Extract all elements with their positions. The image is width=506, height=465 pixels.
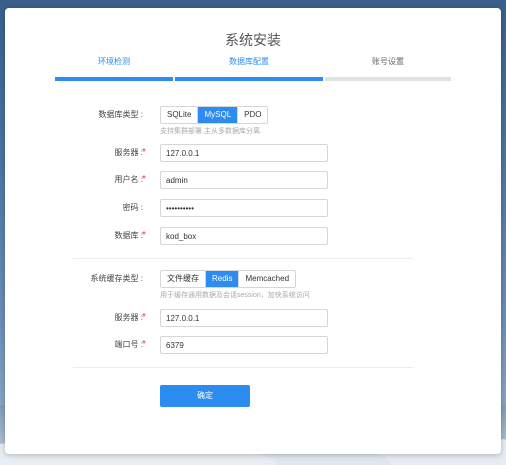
cache-type-hint: 用于缓存通用数据及会话session，加快系统访问 [160,292,310,299]
cache-server-row: 服务器 : * [5,309,501,327]
required-mark: * [142,147,146,158]
required-mark: * [142,174,146,185]
step-bar [55,77,173,81]
required-mark: * [142,339,146,350]
step-label: 数据库配置 [229,57,269,66]
step-account-setup: 账号设置 [325,57,451,81]
cache-type-selector[interactable]: 文件缓存 Redis Memcached [160,270,297,288]
cache-type-option-memcached[interactable]: Memcached [239,271,296,287]
cache-type-label: 系统缓存类型 : [90,274,143,283]
step-env-check: 环境检测 [55,57,173,81]
required-mark: * [142,230,146,241]
cache-server-input[interactable] [160,309,328,327]
cache-type-row: 系统缓存类型 : 文件缓存 Redis Memcached [5,270,501,288]
cache-type-option-file[interactable]: 文件缓存 [161,271,206,287]
confirm-button[interactable]: 确定 [160,385,250,407]
db-type-option-mysql[interactable]: MySQL [198,107,239,123]
cache-port-label: 端口号 : [114,340,143,349]
db-server-row: 服务器 : * [5,144,501,162]
cache-port-row: 端口号 : * [5,336,501,354]
install-dialog: 系统安装 环境检测 数据库配置 账号设置 数据库类型 : SQLite MySQ… [5,8,501,454]
db-server-input[interactable] [160,144,328,162]
db-password-input[interactable] [160,199,328,217]
db-type-option-pdo[interactable]: PDO [238,107,268,123]
step-db-config: 数据库配置 [175,57,323,81]
db-type-row: 数据库类型 : SQLite MySQL PDO [5,106,501,124]
cache-port-input[interactable] [160,336,328,354]
db-user-label: 用户名 : [114,175,143,184]
db-type-selector[interactable]: SQLite MySQL PDO [160,106,269,124]
step-bar [325,77,451,81]
step-label: 环境检测 [98,57,130,66]
db-password-row: 密码 : [5,199,501,217]
db-user-row: 用户名 : * [5,171,501,189]
section-divider [73,367,413,368]
cache-type-option-redis[interactable]: Redis [206,271,240,287]
db-password-label: 密码 : [122,203,143,212]
db-name-input[interactable] [160,227,328,245]
db-type-option-sqlite[interactable]: SQLite [161,107,199,123]
step-label: 账号设置 [372,57,404,66]
required-mark: * [142,312,146,323]
db-name-label: 数据库 : [114,231,143,240]
db-server-label: 服务器 : [114,148,143,157]
db-type-hint: 支持集群部署,主从多数据库分离. [160,128,262,135]
db-type-label: 数据库类型 : [98,110,143,119]
db-user-input[interactable] [160,171,328,189]
db-name-row: 数据库 : * [5,227,501,245]
step-bar [175,77,323,81]
page-title: 系统安装 [225,32,281,48]
cache-server-label: 服务器 : [114,313,143,322]
section-divider [73,258,413,259]
step-progress: 环境检测 数据库配置 账号设置 [55,57,451,81]
